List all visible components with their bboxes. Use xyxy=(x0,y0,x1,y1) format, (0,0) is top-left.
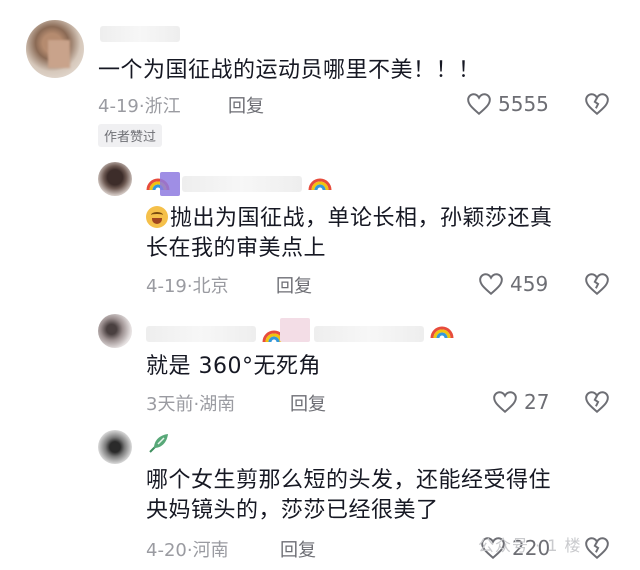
comment-text: 就是 360°无死角 xyxy=(146,354,321,379)
comment-date: 4-19 xyxy=(98,96,139,117)
username-redacted[interactable] xyxy=(146,326,256,342)
username-redacted[interactable] xyxy=(314,326,424,342)
like-button[interactable]: 27 xyxy=(492,390,549,414)
comment-meta: 4-19·浙江 xyxy=(98,96,181,117)
comment-date: 4-20 xyxy=(146,540,187,561)
comment-location: 北京 xyxy=(192,276,229,297)
username-redacted[interactable] xyxy=(100,26,180,42)
comment-meta: 4-19·北京 xyxy=(146,276,229,297)
comment-date: 4-19 xyxy=(146,276,187,297)
rainbow-icon xyxy=(430,326,454,339)
comment-location: 浙江 xyxy=(144,96,181,117)
comment-text: 抛出为国征战，单论长相，孙颖莎还真 长在我的审美点上 xyxy=(146,206,553,261)
avatar[interactable] xyxy=(98,162,132,196)
author-liked-badge: 作者赞过 xyxy=(98,124,163,147)
heart-outline-icon xyxy=(467,93,491,116)
reply-button[interactable]: 回复 xyxy=(280,536,316,562)
username-redacted xyxy=(160,172,180,196)
username-redacted xyxy=(280,318,310,342)
broken-heart-icon[interactable] xyxy=(584,272,610,296)
comment-location: 河南 xyxy=(192,540,229,561)
like-count: 459 xyxy=(510,272,549,296)
like-button[interactable]: 459 xyxy=(478,272,548,296)
like-count: 5555 xyxy=(498,92,549,116)
comment-meta: 4-20·河南 xyxy=(146,540,229,561)
like-button[interactable]: 5555 xyxy=(466,92,549,116)
broken-heart-icon[interactable] xyxy=(584,536,610,560)
comment-text: 哪个女生剪那么短的头发，还能经受得住 央妈镜头的，莎莎已经很美了 xyxy=(146,468,552,523)
reply-button[interactable]: 回复 xyxy=(290,390,326,416)
comment-date: 3天前 xyxy=(146,394,194,415)
reply-button[interactable]: 回复 xyxy=(228,92,264,118)
broken-heart-icon[interactable] xyxy=(584,92,610,116)
like-count: 27 xyxy=(524,390,550,414)
avatar[interactable] xyxy=(26,20,84,78)
broken-heart-icon[interactable] xyxy=(584,390,610,414)
avatar[interactable] xyxy=(98,314,132,348)
watermark: 公众号 · 1 楼 xyxy=(478,536,582,555)
comment-text: 一个为国征战的运动员哪里不美！！！ xyxy=(98,58,481,83)
heart-outline-icon xyxy=(493,391,517,414)
comment-meta: 3天前·湖南 xyxy=(146,394,236,415)
comment-location: 湖南 xyxy=(199,394,236,415)
laughing-tears-emoji xyxy=(146,206,168,228)
avatar[interactable] xyxy=(98,430,132,464)
heart-outline-icon xyxy=(479,273,503,296)
feather-icon xyxy=(149,434,168,453)
reply-button[interactable]: 回复 xyxy=(276,272,312,298)
rainbow-icon xyxy=(308,178,332,191)
username-redacted[interactable] xyxy=(182,176,302,192)
